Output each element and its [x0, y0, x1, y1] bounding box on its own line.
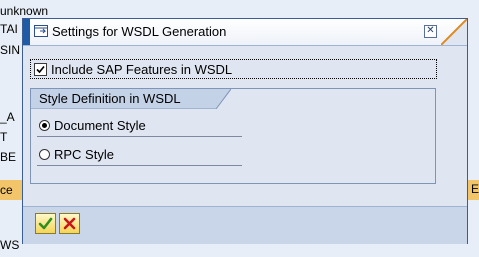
titlebar-accent-stripe	[23, 19, 30, 45]
radio-selected-dot	[42, 123, 47, 128]
style-definition-group: Style Definition in WSDL Document Style …	[30, 88, 436, 184]
include-sap-features-checkbox[interactable]	[34, 63, 47, 76]
checkmark-icon	[36, 65, 45, 74]
style-definition-title: Style Definition in WSDL	[39, 91, 181, 106]
bg-text-right: E	[470, 182, 479, 196]
dialog-content: Include SAP Features in WSDL Style Defin…	[23, 46, 467, 206]
bg-text-4: _A	[0, 110, 15, 124]
bg-text-6: BE	[0, 150, 17, 164]
include-sap-features-label: Include SAP Features in WSDL	[51, 62, 233, 77]
dialog-titlebar[interactable]: Settings for WSDL Generation ✕	[23, 19, 467, 46]
wsdl-settings-dialog: Settings for WSDL Generation ✕ Include S…	[22, 18, 468, 244]
document-style-label: Document Style	[54, 118, 146, 133]
radio-document-style[interactable]: Document Style	[37, 116, 242, 137]
bg-text-1: unknown	[0, 4, 49, 18]
dialog-footer	[23, 206, 467, 244]
cancel-x-icon	[63, 217, 76, 230]
titlebar-corner-decoration	[441, 19, 467, 45]
radio-rpc-style[interactable]: RPC Style	[37, 145, 242, 166]
bg-text-7: ce	[0, 183, 13, 197]
rpc-style-label: RPC Style	[54, 147, 114, 162]
bg-text-5: T	[0, 130, 8, 144]
bg-text-3: SIN	[0, 43, 21, 57]
dialog-title: Settings for WSDL Generation	[52, 24, 227, 39]
bg-text-8: WS	[0, 238, 20, 252]
radio-button-rpc-style[interactable]	[39, 149, 50, 160]
edit-dialog-icon	[34, 25, 48, 37]
include-sap-features-checkbox-row[interactable]: Include SAP Features in WSDL	[30, 59, 437, 79]
confirm-button[interactable]	[35, 213, 56, 234]
cancel-button[interactable]	[59, 213, 80, 234]
bg-text-2: TAI	[0, 22, 18, 36]
radio-button-document-style[interactable]	[39, 120, 50, 131]
check-icon	[38, 217, 53, 230]
close-icon[interactable]: ✕	[424, 25, 437, 38]
